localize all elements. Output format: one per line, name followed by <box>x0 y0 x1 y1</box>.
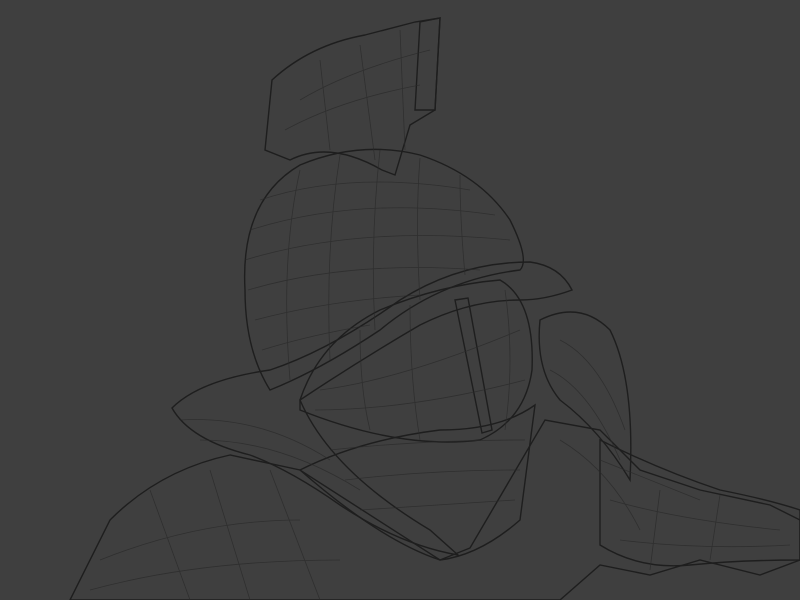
visor-bar <box>454 297 493 434</box>
wireframe-overlay <box>89 29 791 600</box>
helmet-dome-mesh <box>243 148 524 391</box>
crest-highlight <box>414 17 441 111</box>
arm-mesh <box>599 438 800 567</box>
torso-mesh <box>69 419 800 600</box>
3d-viewport[interactable] <box>0 0 800 600</box>
helmet-brim-mesh <box>171 261 573 557</box>
helmet-render <box>69 17 800 600</box>
shoulder-guard-mesh <box>538 311 632 483</box>
